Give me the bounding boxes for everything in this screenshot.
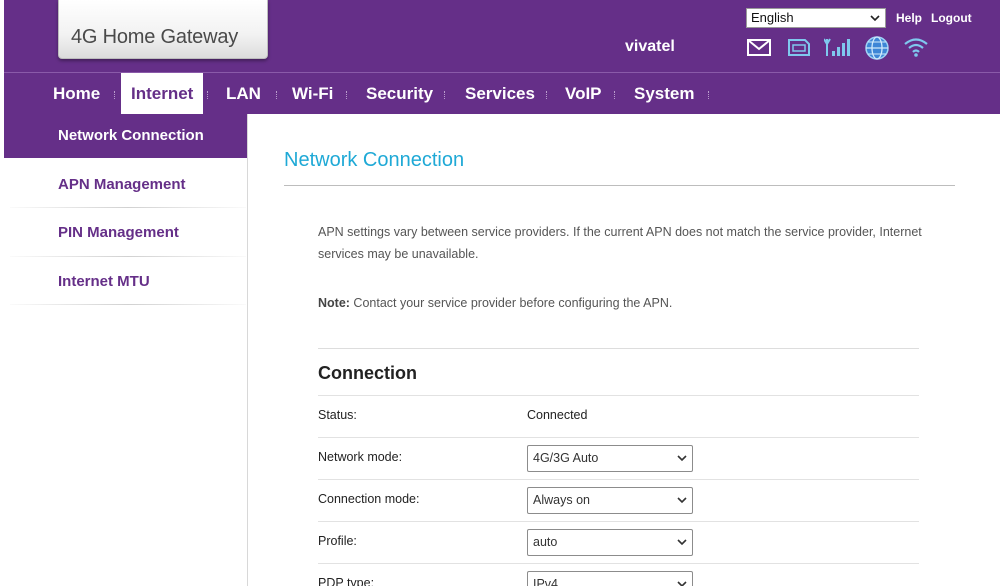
nav-divider	[114, 91, 115, 99]
nav-item-home[interactable]: Home	[43, 73, 110, 115]
connection-mode-label: Connection mode:	[318, 492, 420, 506]
page-title: Network Connection	[284, 149, 465, 171]
language-select[interactable]: English	[746, 8, 886, 28]
sidebar-item-internet-mtu[interactable]: Internet MTU	[4, 260, 247, 304]
chevron-down-icon	[676, 488, 688, 513]
sidebar-divider	[10, 207, 246, 208]
language-select-value: English	[751, 10, 794, 25]
pdp-type-select[interactable]: IPv4	[527, 571, 693, 586]
connection-mode-value: Always on	[533, 493, 590, 507]
status-value: Connected	[527, 408, 588, 422]
sidebar-item-network-connection[interactable]: Network Connection	[4, 114, 247, 158]
nav-item-voip[interactable]: VoIP	[555, 73, 612, 115]
chevron-down-icon	[676, 530, 688, 555]
header-bar: 4G Home Gateway vivatel English Help Log…	[4, 0, 1000, 72]
apn-note: Note: Contact your service provider befo…	[318, 296, 672, 310]
row-divider	[318, 521, 919, 522]
profile-select[interactable]: auto	[527, 529, 693, 556]
chevron-down-icon	[676, 572, 688, 586]
nav-item-security[interactable]: Security	[356, 73, 443, 115]
logo: 4G Home Gateway	[58, 0, 268, 59]
nav-item-wifi[interactable]: Wi-Fi	[282, 73, 343, 115]
nav-divider	[346, 91, 347, 99]
note-text: Contact your service provider before con…	[349, 296, 673, 310]
nav-divider	[276, 91, 277, 99]
row-divider	[318, 479, 919, 480]
nav-divider	[614, 91, 615, 99]
sidebar-item-apn-management[interactable]: APN Management	[4, 163, 247, 207]
section-divider	[318, 348, 919, 349]
wifi-icon	[903, 36, 929, 58]
nav-divider	[444, 91, 445, 99]
chevron-down-icon	[869, 10, 881, 26]
logo-text: 4G Home Gateway	[71, 26, 239, 48]
network-mode-value: 4G/3G Auto	[533, 451, 599, 465]
signal-strength-icon	[823, 36, 850, 58]
brand-name: vivatel	[625, 38, 675, 55]
profile-label: Profile:	[318, 534, 357, 548]
sidebar-divider	[10, 304, 246, 305]
nav-divider	[546, 91, 547, 99]
status-label: Status:	[318, 408, 357, 422]
nav-divider	[708, 91, 709, 99]
sidebar-divider	[10, 256, 246, 257]
nav-item-internet[interactable]: Internet	[121, 73, 203, 115]
nav-divider	[207, 91, 208, 99]
network-mode-select[interactable]: 4G/3G Auto	[527, 445, 693, 472]
sidebar: Network Connection APN Management PIN Ma…	[4, 114, 248, 586]
nav-item-lan[interactable]: LAN	[216, 73, 271, 115]
help-link[interactable]: Help	[896, 11, 922, 25]
chevron-down-icon	[676, 446, 688, 471]
main-nav: Home Internet LAN Wi-Fi Security Service…	[4, 72, 1000, 115]
mail-icon[interactable]	[746, 36, 772, 58]
network-mode-label: Network mode:	[318, 450, 403, 464]
sim-card-icon	[786, 36, 812, 58]
pdp-type-value: IPv4	[533, 577, 559, 586]
pdp-type-label: PDP type:	[318, 576, 375, 586]
row-divider	[318, 437, 919, 438]
connection-mode-select[interactable]: Always on	[527, 487, 693, 514]
nav-item-system[interactable]: System	[624, 73, 704, 115]
logout-link[interactable]: Logout	[931, 11, 972, 25]
title-divider	[284, 185, 955, 186]
sidebar-item-pin-management[interactable]: PIN Management	[4, 211, 247, 255]
row-divider	[318, 563, 919, 564]
row-divider	[318, 395, 919, 396]
section-title: Connection	[318, 363, 417, 383]
profile-value: auto	[533, 535, 558, 549]
apn-description: APN settings vary between service provid…	[318, 225, 922, 261]
globe-icon	[864, 36, 890, 60]
note-label: Note:	[318, 296, 350, 310]
nav-item-services[interactable]: Services	[455, 73, 545, 115]
